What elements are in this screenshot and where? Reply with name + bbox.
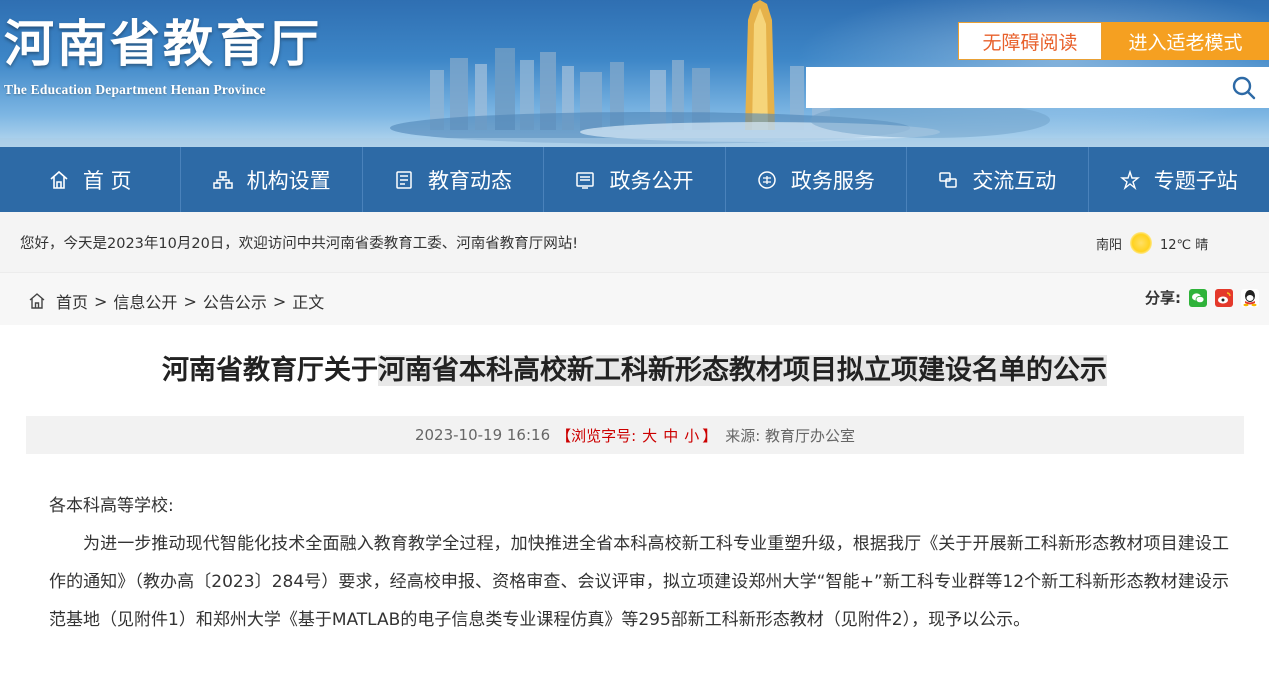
breadcrumb: 首页 > 信息公开 > 公告公示 > 正文 分享: (0, 272, 1269, 325)
font-size-label: 【浏览字号: (556, 426, 637, 445)
share-label: 分享: (1145, 289, 1181, 307)
font-size-close: 】 (702, 426, 718, 445)
breadcrumb-separator: > (272, 291, 287, 311)
home-icon (50, 170, 68, 189)
news-icon (396, 170, 412, 189)
article-title-prefix: 河南省教育厅关于 (162, 355, 378, 386)
search-icon[interactable] (1231, 75, 1257, 101)
site-logo-english: The Education Department Henan Province (4, 82, 266, 97)
article-datetime: 2023-10-19 16:16 (414, 426, 551, 444)
sun-icon (1130, 232, 1153, 254)
weather-temp: 12℃ 晴 (1160, 237, 1209, 253)
qq-share-icon[interactable] (1241, 288, 1259, 307)
font-size-large[interactable]: 大 (642, 425, 657, 446)
breadcrumb-home[interactable]: 首页 (56, 289, 88, 313)
interact-icon (939, 171, 958, 188)
info-bar: 您好，今天是2023年10月20日，欢迎访问中共河南省委教育工委、河南省教育厅网… (0, 212, 1269, 272)
breadcrumb-item[interactable]: 公告公示 (203, 289, 267, 313)
breadcrumb-current: 正文 (292, 293, 325, 312)
nav-item-label: 首 页 (82, 168, 132, 193)
nav-item-government-services[interactable]: 政务服务 (726, 147, 908, 212)
site-logo[interactable]: 河南省教育厅 (4, 14, 322, 74)
article-body: 各本科高等学校: 为进一步推动现代智能化技术全面融入教育教学全过程，加快推进全省… (49, 487, 1229, 639)
nav-item-label: 教育动态 (428, 168, 513, 193)
nav-item-education-news[interactable]: 教育动态 (363, 147, 545, 212)
search-input[interactable] (806, 67, 1216, 108)
public-icon (576, 171, 595, 189)
article-meta: 2023-10-19 16:16 【浏览字号: 大 中 小 】 来源: 教育厅办… (26, 416, 1244, 454)
search-box (806, 67, 1269, 108)
home-icon (29, 293, 45, 309)
article-salutation: 各本科高等学校: (49, 496, 174, 516)
nav-item-label: 专题子站 (1153, 168, 1238, 193)
elder-mode-button[interactable]: 进入适老模式 (1102, 22, 1269, 60)
breadcrumb-item[interactable]: 信息公开 (113, 289, 177, 313)
nav-item-label: 政务服务 (790, 168, 875, 193)
nav-item-label: 政务公开 (609, 168, 694, 193)
topic-icon (1119, 169, 1140, 190)
article-title-highlight: 河南省本科高校新工科新形态教材项目拟立项建设名单的公示 (378, 355, 1107, 386)
font-size-medium[interactable]: 中 (663, 425, 678, 446)
nav-item-interaction[interactable]: 交流互动 (907, 147, 1089, 212)
article-source: 来源: 教育厅办公室 (725, 426, 856, 445)
service-icon (758, 170, 776, 189)
font-size-small[interactable]: 小 (684, 425, 699, 446)
article-title: 河南省教育厅关于河南省本科高校新工科新形态教材项目拟立项建设名单的公示 (0, 351, 1269, 391)
main-nav: 首 页 机构设置 教育动态 政务公开 政务服务 交流互动 专题子站 (0, 147, 1269, 212)
weather-city: 南阳 (1096, 237, 1123, 253)
article-paragraph: 为进一步推动现代智能化技术全面融入教育教学全过程，加快推进全省本科高校新工科专业… (49, 534, 1229, 630)
nav-item-home[interactable]: 首 页 (0, 147, 182, 212)
wechat-share-icon[interactable] (1189, 288, 1207, 307)
welcome-message: 您好，今天是2023年10月20日，欢迎访问中共河南省委教育工委、河南省教育厅网… (20, 236, 579, 252)
weibo-share-icon[interactable] (1215, 288, 1233, 307)
breadcrumb-items: 首页 > 信息公开 > 公告公示 > 正文 (28, 289, 328, 313)
accessibility-reading-button[interactable]: 无障碍阅读 (958, 22, 1102, 60)
breadcrumb-separator: > (94, 291, 108, 311)
nav-item-label: 交流互动 (972, 168, 1057, 193)
nav-item-label: 机构设置 (246, 168, 331, 193)
org-icon (212, 170, 233, 189)
header-banner: 河南省教育厅 The Education Department Henan Pr… (0, 0, 1269, 147)
weather-widget: 南阳 12℃ 晴 (1096, 232, 1208, 254)
share-bar: 分享: (1145, 287, 1259, 308)
nav-item-organization[interactable]: 机构设置 (181, 147, 363, 212)
nav-item-government-affairs[interactable]: 政务公开 (544, 147, 726, 212)
breadcrumb-separator: > (183, 291, 197, 311)
nav-item-special-topics[interactable]: 专题子站 (1089, 147, 1269, 212)
